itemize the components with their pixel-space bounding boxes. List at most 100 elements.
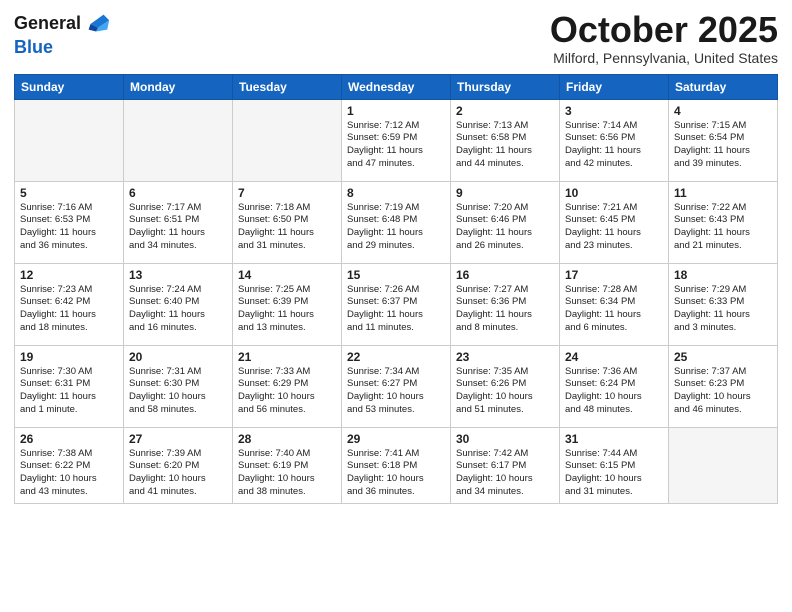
page: General Blue October 2025 Milford, Penns…: [0, 0, 792, 612]
day-info: Sunrise: 7:14 AM Sunset: 6:56 PM Dayligh…: [565, 120, 663, 171]
day-number: 12: [20, 268, 118, 282]
weekday-header-friday: Friday: [560, 74, 669, 99]
title-block: October 2025 Milford, Pennsylvania, Unit…: [550, 10, 778, 66]
day-info: Sunrise: 7:31 AM Sunset: 6:30 PM Dayligh…: [129, 366, 227, 417]
logo: General Blue: [14, 10, 111, 58]
day-info: Sunrise: 7:17 AM Sunset: 6:51 PM Dayligh…: [129, 202, 227, 253]
day-info: Sunrise: 7:18 AM Sunset: 6:50 PM Dayligh…: [238, 202, 336, 253]
day-number: 17: [565, 268, 663, 282]
calendar-cell: 27 Sunrise: 7:39 AM Sunset: 6:20 PM Dayli…: [124, 427, 233, 503]
calendar-cell: 29 Sunrise: 7:41 AM Sunset: 6:18 PM Dayli…: [342, 427, 451, 503]
day-info: Sunrise: 7:34 AM Sunset: 6:27 PM Dayligh…: [347, 366, 445, 417]
day-info: Sunrise: 7:20 AM Sunset: 6:46 PM Dayligh…: [456, 202, 554, 253]
day-number: 18: [674, 268, 772, 282]
calendar-cell: 17 Sunrise: 7:28 AM Sunset: 6:34 PM Dayli…: [560, 263, 669, 345]
calendar-week-row: 1 Sunrise: 7:12 AM Sunset: 6:59 PM Daylig…: [15, 99, 778, 181]
calendar-cell: 25 Sunrise: 7:37 AM Sunset: 6:23 PM Dayli…: [669, 345, 778, 427]
calendar-cell: 4 Sunrise: 7:15 AM Sunset: 6:54 PM Daylig…: [669, 99, 778, 181]
weekday-header-thursday: Thursday: [451, 74, 560, 99]
month-title: October 2025: [550, 10, 778, 50]
day-number: 21: [238, 350, 336, 364]
day-number: 22: [347, 350, 445, 364]
weekday-header-tuesday: Tuesday: [233, 74, 342, 99]
calendar-cell: 7 Sunrise: 7:18 AM Sunset: 6:50 PM Daylig…: [233, 181, 342, 263]
calendar-cell: [124, 99, 233, 181]
logo-bird-icon: [83, 10, 111, 38]
calendar-cell: 22 Sunrise: 7:34 AM Sunset: 6:27 PM Dayli…: [342, 345, 451, 427]
calendar-cell: [233, 99, 342, 181]
calendar-cell: 1 Sunrise: 7:12 AM Sunset: 6:59 PM Daylig…: [342, 99, 451, 181]
calendar-cell: 13 Sunrise: 7:24 AM Sunset: 6:40 PM Dayli…: [124, 263, 233, 345]
calendar-cell: [669, 427, 778, 503]
day-number: 8: [347, 186, 445, 200]
day-info: Sunrise: 7:16 AM Sunset: 6:53 PM Dayligh…: [20, 202, 118, 253]
day-number: 5: [20, 186, 118, 200]
day-number: 31: [565, 432, 663, 446]
calendar: SundayMondayTuesdayWednesdayThursdayFrid…: [14, 74, 778, 504]
calendar-week-row: 26 Sunrise: 7:38 AM Sunset: 6:22 PM Dayli…: [15, 427, 778, 503]
calendar-cell: 6 Sunrise: 7:17 AM Sunset: 6:51 PM Daylig…: [124, 181, 233, 263]
day-info: Sunrise: 7:41 AM Sunset: 6:18 PM Dayligh…: [347, 448, 445, 499]
calendar-week-row: 12Sunrise: 7:23 AM Sunset: 6:42 PM Dayli…: [15, 263, 778, 345]
logo-blue: Blue: [14, 38, 111, 58]
day-number: 23: [456, 350, 554, 364]
day-number: 1: [347, 104, 445, 118]
calendar-cell: 21 Sunrise: 7:33 AM Sunset: 6:29 PM Dayli…: [233, 345, 342, 427]
day-number: 19: [20, 350, 118, 364]
day-number: 11: [674, 186, 772, 200]
day-number: 30: [456, 432, 554, 446]
calendar-cell: 20Sunrise: 7:31 AM Sunset: 6:30 PM Dayli…: [124, 345, 233, 427]
calendar-cell: 2Sunrise: 7:13 AM Sunset: 6:58 PM Daylig…: [451, 99, 560, 181]
day-number: 26: [20, 432, 118, 446]
weekday-header-saturday: Saturday: [669, 74, 778, 99]
calendar-cell: 23Sunrise: 7:35 AM Sunset: 6:26 PM Dayli…: [451, 345, 560, 427]
day-number: 29: [347, 432, 445, 446]
day-info: Sunrise: 7:39 AM Sunset: 6:20 PM Dayligh…: [129, 448, 227, 499]
calendar-cell: 28 Sunrise: 7:40 AM Sunset: 6:19 PM Dayli…: [233, 427, 342, 503]
day-info: Sunrise: 7:29 AM Sunset: 6:33 PM Dayligh…: [674, 284, 772, 335]
day-number: 2: [456, 104, 554, 118]
calendar-cell: 16Sunrise: 7:27 AM Sunset: 6:36 PM Dayli…: [451, 263, 560, 345]
day-number: 6: [129, 186, 227, 200]
day-number: 14: [238, 268, 336, 282]
calendar-week-row: 19 Sunrise: 7:30 AM Sunset: 6:31 PM Dayli…: [15, 345, 778, 427]
calendar-cell: 10Sunrise: 7:21 AM Sunset: 6:45 PM Dayli…: [560, 181, 669, 263]
logo-general: General: [14, 14, 81, 34]
day-info: Sunrise: 7:28 AM Sunset: 6:34 PM Dayligh…: [565, 284, 663, 335]
calendar-cell: [15, 99, 124, 181]
day-number: 3: [565, 104, 663, 118]
day-info: Sunrise: 7:40 AM Sunset: 6:19 PM Dayligh…: [238, 448, 336, 499]
day-info: Sunrise: 7:15 AM Sunset: 6:54 PM Dayligh…: [674, 120, 772, 171]
day-info: Sunrise: 7:44 AM Sunset: 6:15 PM Dayligh…: [565, 448, 663, 499]
day-info: Sunrise: 7:38 AM Sunset: 6:22 PM Dayligh…: [20, 448, 118, 499]
weekday-header-monday: Monday: [124, 74, 233, 99]
weekday-header-row: SundayMondayTuesdayWednesdayThursdayFrid…: [15, 74, 778, 99]
day-number: 25: [674, 350, 772, 364]
calendar-week-row: 5 Sunrise: 7:16 AM Sunset: 6:53 PM Daylig…: [15, 181, 778, 263]
day-info: Sunrise: 7:37 AM Sunset: 6:23 PM Dayligh…: [674, 366, 772, 417]
day-info: Sunrise: 7:12 AM Sunset: 6:59 PM Dayligh…: [347, 120, 445, 171]
day-info: Sunrise: 7:24 AM Sunset: 6:40 PM Dayligh…: [129, 284, 227, 335]
day-info: Sunrise: 7:19 AM Sunset: 6:48 PM Dayligh…: [347, 202, 445, 253]
location: Milford, Pennsylvania, United States: [550, 50, 778, 66]
day-number: 7: [238, 186, 336, 200]
calendar-cell: 15Sunrise: 7:26 AM Sunset: 6:37 PM Dayli…: [342, 263, 451, 345]
day-number: 27: [129, 432, 227, 446]
calendar-cell: 3 Sunrise: 7:14 AM Sunset: 6:56 PM Daylig…: [560, 99, 669, 181]
calendar-cell: 24Sunrise: 7:36 AM Sunset: 6:24 PM Dayli…: [560, 345, 669, 427]
calendar-cell: 18 Sunrise: 7:29 AM Sunset: 6:33 PM Dayli…: [669, 263, 778, 345]
day-number: 9: [456, 186, 554, 200]
calendar-cell: 19 Sunrise: 7:30 AM Sunset: 6:31 PM Dayli…: [15, 345, 124, 427]
day-info: Sunrise: 7:30 AM Sunset: 6:31 PM Dayligh…: [20, 366, 118, 417]
calendar-cell: 9 Sunrise: 7:20 AM Sunset: 6:46 PM Daylig…: [451, 181, 560, 263]
day-number: 4: [674, 104, 772, 118]
day-info: Sunrise: 7:33 AM Sunset: 6:29 PM Dayligh…: [238, 366, 336, 417]
day-number: 13: [129, 268, 227, 282]
calendar-cell: 30Sunrise: 7:42 AM Sunset: 6:17 PM Dayli…: [451, 427, 560, 503]
day-info: Sunrise: 7:27 AM Sunset: 6:36 PM Dayligh…: [456, 284, 554, 335]
day-number: 28: [238, 432, 336, 446]
calendar-cell: 26 Sunrise: 7:38 AM Sunset: 6:22 PM Dayli…: [15, 427, 124, 503]
calendar-cell: 5 Sunrise: 7:16 AM Sunset: 6:53 PM Daylig…: [15, 181, 124, 263]
calendar-cell: 14Sunrise: 7:25 AM Sunset: 6:39 PM Dayli…: [233, 263, 342, 345]
calendar-cell: 8 Sunrise: 7:19 AM Sunset: 6:48 PM Daylig…: [342, 181, 451, 263]
